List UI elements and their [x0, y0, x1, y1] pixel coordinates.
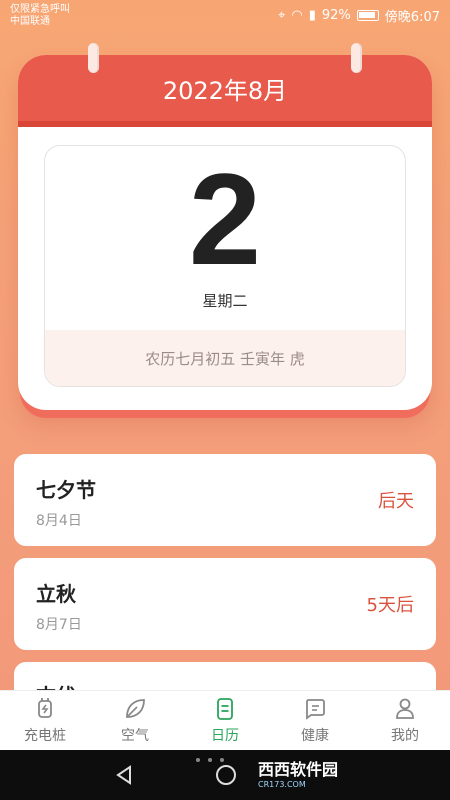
- tab-charging[interactable]: 充电桩: [0, 691, 90, 750]
- watermark-sub: CR173.COM: [258, 780, 306, 789]
- event-countdown: 5天后: [366, 595, 414, 616]
- signal-icon: ▮: [308, 8, 316, 23]
- tab-label: 充电桩: [24, 728, 66, 744]
- home-icon[interactable]: [214, 763, 238, 787]
- day-card[interactable]: 2 星期二 农历七月初五 壬寅年 虎: [44, 145, 406, 387]
- day-number: 2: [188, 146, 262, 292]
- tab-calendar[interactable]: 日历: [180, 691, 270, 750]
- bottom-tab-bar: 充电桩 空气 日历 健康 我的: [0, 690, 450, 750]
- status-bar: 仅限紧急呼叫 中国联通 ⌖ ◠ ▮ 92% 傍晚6:07: [0, 0, 450, 30]
- calendar-ring-left: [88, 43, 99, 73]
- health-icon: [306, 699, 325, 720]
- plug-icon: [38, 698, 52, 718]
- location-icon: ⌖: [278, 8, 286, 23]
- event-countdown: 后天: [378, 491, 414, 512]
- tab-label: 日历: [211, 728, 239, 744]
- event-date: 8月4日: [36, 513, 82, 529]
- battery-icon: [356, 10, 379, 21]
- tab-label: 空气: [121, 728, 149, 744]
- watermark-main: 西西软件园: [258, 760, 339, 779]
- status-indicators: ⌖ ◠ ▮ 92% 傍晚6:07: [278, 6, 440, 25]
- tab-label: 健康: [301, 728, 329, 744]
- event-card[interactable]: 七夕节 8月4日 后天: [14, 454, 436, 546]
- leaf-icon: [126, 699, 145, 718]
- lunar-date: 农历七月初五 壬寅年 虎: [45, 330, 405, 386]
- tab-health[interactable]: 健康: [270, 691, 360, 750]
- wifi-icon: ◠: [291, 8, 303, 23]
- event-date: 8月7日: [36, 617, 82, 633]
- person-icon: [396, 698, 414, 719]
- event-name: 立秋: [36, 582, 76, 606]
- battery-percent: 92%: [321, 8, 351, 23]
- event-name: 七夕节: [36, 478, 96, 502]
- carrier-line1: 仅限紧急呼叫: [10, 4, 70, 15]
- calendar-ring-right: [351, 43, 362, 73]
- tab-label: 我的: [391, 728, 419, 744]
- carrier-line2: 中国联通: [10, 16, 50, 27]
- calendar-icon: [217, 698, 233, 720]
- event-card[interactable]: 立秋 8月7日 5天后: [14, 558, 436, 650]
- watermark-logo: 西西软件园 CR173.COM: [258, 756, 338, 789]
- weekday-label: 星期二: [202, 292, 248, 310]
- calendar-card: 2022年8月 2 星期二 农历七月初五 壬寅年 虎: [18, 43, 432, 410]
- tab-profile[interactable]: 我的: [360, 691, 450, 750]
- clock: 傍晚6:07: [384, 10, 440, 25]
- system-nav-bar: 西西软件园 CR173.COM: [0, 750, 450, 800]
- tab-air[interactable]: 空气: [90, 691, 180, 750]
- page-dots: [196, 758, 224, 762]
- back-icon[interactable]: [114, 764, 134, 786]
- month-header: 2022年8月: [18, 55, 432, 127]
- carrier-info: 仅限紧急呼叫 中国联通: [10, 4, 70, 28]
- month-title: 2022年8月: [162, 76, 288, 105]
